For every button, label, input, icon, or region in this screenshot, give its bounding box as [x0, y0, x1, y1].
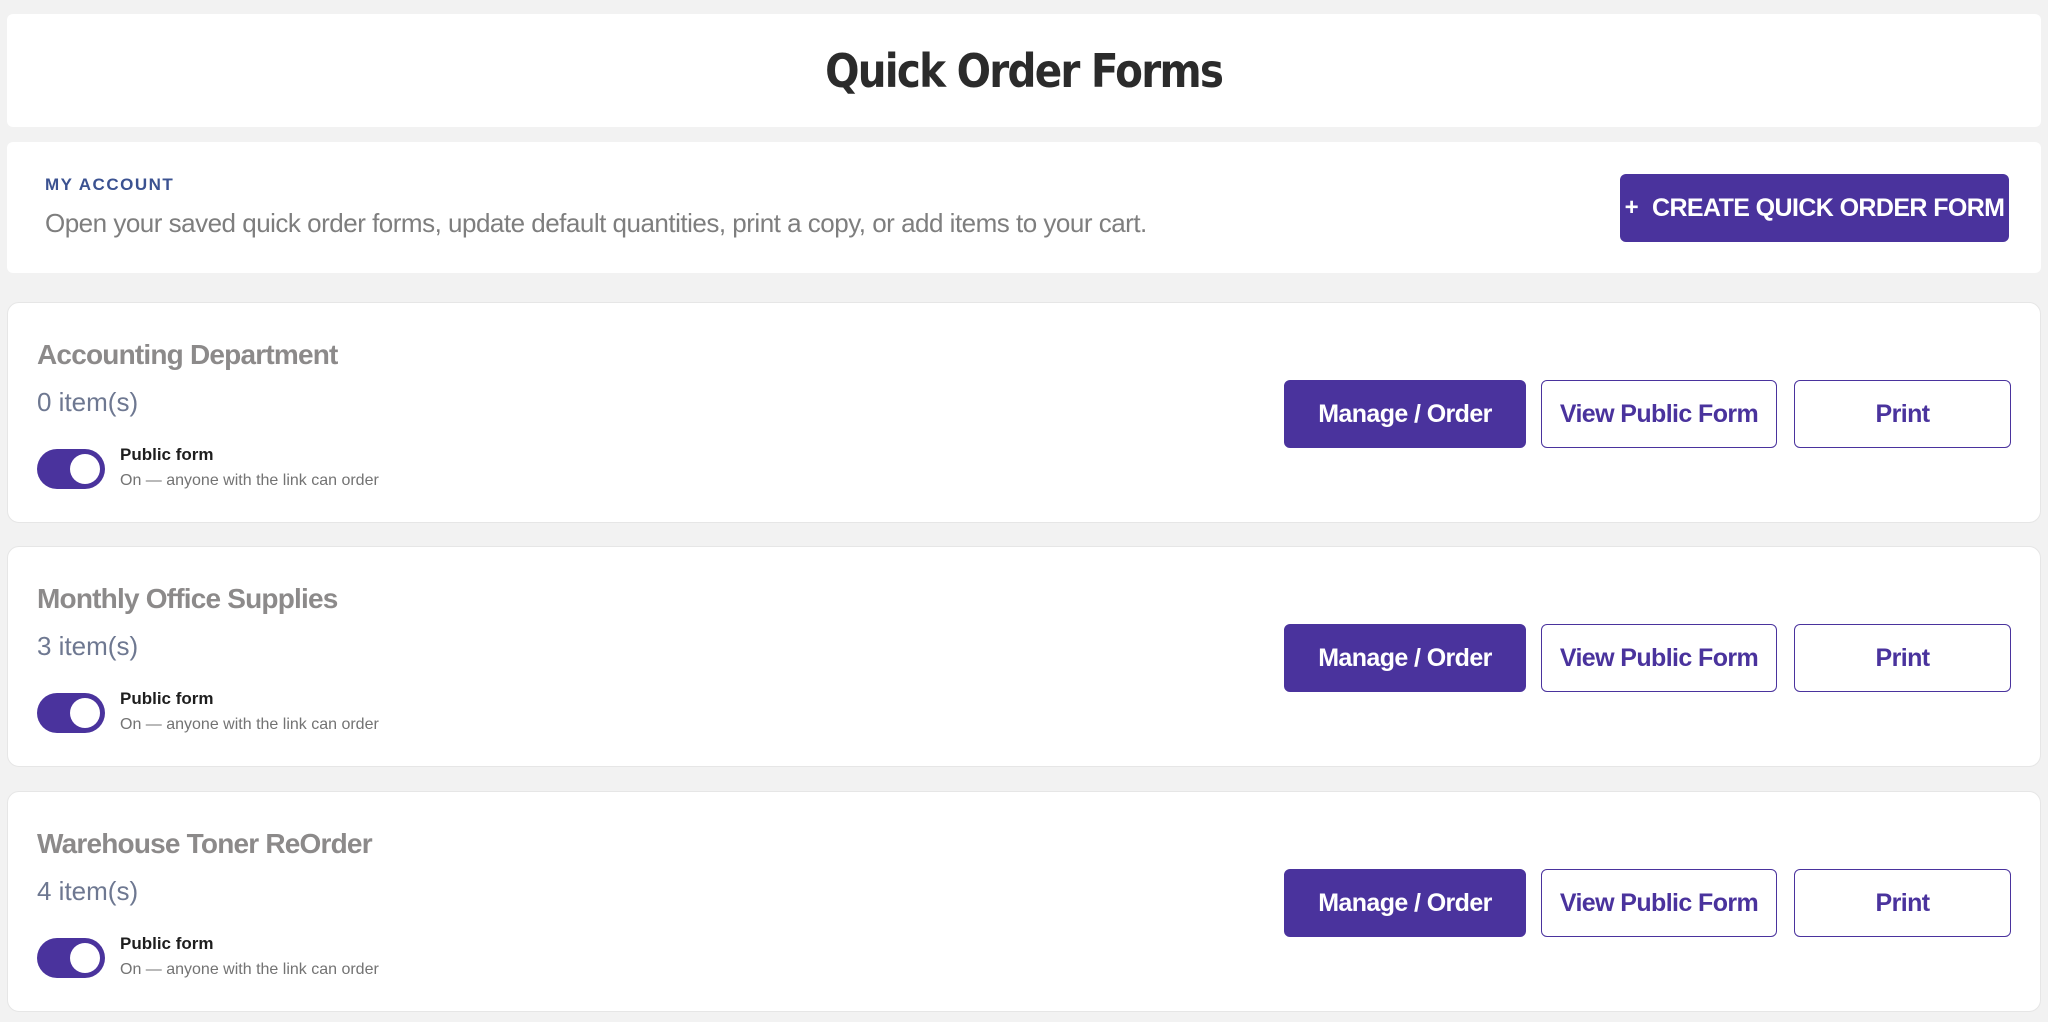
public-form-status: On — anyone with the link can order — [120, 961, 379, 978]
page-title: Quick Order Forms — [825, 43, 1224, 98]
account-description: Open your saved quick order forms, updat… — [45, 208, 1147, 238]
create-quick-order-form-button[interactable]: + CREATE QUICK ORDER FORM — [1620, 174, 2009, 242]
public-form-label: Public form — [120, 445, 214, 464]
form-item-count: 4 item(s) — [37, 876, 139, 906]
form-name: Monthly Office Supplies — [37, 583, 338, 614]
title-bar: Quick Order Forms — [7, 14, 2041, 127]
public-form-toggle[interactable] — [37, 449, 105, 489]
page: Quick Order Forms MY ACCOUNT Open your s… — [0, 0, 2048, 1022]
manage-order-button[interactable]: Manage / Order — [1284, 869, 1526, 937]
manage-order-button[interactable]: Manage / Order — [1284, 624, 1526, 692]
public-form-label: Public form — [120, 689, 214, 708]
form-item-count: 0 item(s) — [37, 387, 139, 417]
manage-order-button[interactable]: Manage / Order — [1284, 380, 1526, 448]
form-name: Warehouse Toner ReOrder — [37, 828, 373, 859]
account-panel: MY ACCOUNT Open your saved quick order f… — [7, 142, 2041, 273]
quick-order-form-card: Monthly Office Supplies 3 item(s) Public… — [7, 546, 2041, 767]
toggle-knob — [70, 943, 100, 973]
toggle-knob — [70, 454, 100, 484]
public-form-toggle[interactable] — [37, 938, 105, 978]
public-form-status: On — anyone with the link can order — [120, 472, 379, 489]
public-form-status: On — anyone with the link can order — [120, 716, 379, 733]
plus-icon: + — [1624, 194, 1639, 221]
print-button[interactable]: Print — [1794, 380, 2011, 448]
quick-order-form-card: Warehouse Toner ReOrder 4 item(s) Public… — [7, 791, 2041, 1012]
print-button[interactable]: Print — [1794, 869, 2011, 937]
view-public-form-button[interactable]: View Public Form — [1541, 380, 1777, 448]
public-form-toggle[interactable] — [37, 693, 105, 733]
toggle-knob — [70, 698, 100, 728]
quick-order-form-card: Accounting Department 0 item(s) Public f… — [7, 302, 2041, 523]
form-name: Accounting Department — [37, 339, 338, 370]
account-section-label: MY ACCOUNT — [45, 175, 175, 194]
create-button-label: CREATE QUICK ORDER FORM — [1652, 193, 2005, 222]
print-button[interactable]: Print — [1794, 624, 2011, 692]
view-public-form-button[interactable]: View Public Form — [1541, 624, 1777, 692]
view-public-form-button[interactable]: View Public Form — [1541, 869, 1777, 937]
public-form-label: Public form — [120, 934, 214, 953]
form-item-count: 3 item(s) — [37, 631, 139, 661]
